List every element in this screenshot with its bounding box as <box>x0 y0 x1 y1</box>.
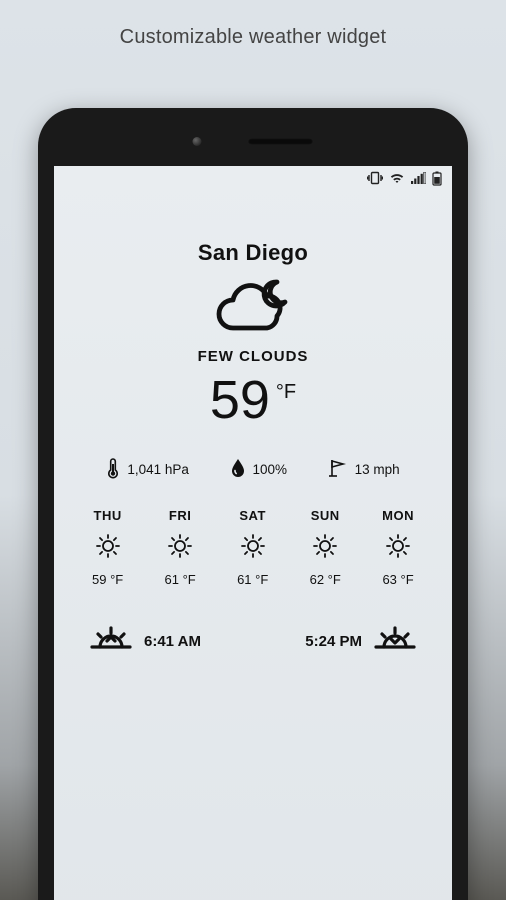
wifi-icon <box>389 172 405 184</box>
signal-icon <box>411 172 426 184</box>
wind-metric: 13 mph <box>328 458 400 481</box>
status-bar <box>54 166 452 190</box>
forecast-day[interactable]: SAT 61 °F <box>237 508 268 587</box>
forecast-day[interactable]: MON 63 °F <box>382 508 414 587</box>
location-name: San Diego <box>82 240 424 266</box>
humidity-metric: 100% <box>230 458 288 481</box>
forecast-day-name: SAT <box>239 508 266 523</box>
forecast-day[interactable]: SUN 62 °F <box>310 508 341 587</box>
sunset-icon <box>374 625 416 657</box>
sunrise-time: 6:41 AM <box>144 633 201 650</box>
sunrise-icon <box>90 625 132 657</box>
forecast-day-temp: 61 °F <box>165 572 196 587</box>
sunrise-box: 6:41 AM <box>90 625 201 657</box>
wind-flag-icon <box>328 458 348 481</box>
forecast-day-temp: 63 °F <box>382 572 413 587</box>
phone-camera-dot <box>193 137 202 146</box>
sunny-icon <box>240 533 266 562</box>
phone-earpiece <box>193 137 314 146</box>
temperature-unit: °F <box>276 373 296 404</box>
droplet-icon <box>230 458 246 481</box>
wind-value: 13 mph <box>355 462 400 477</box>
forecast-row: THU 59 °F FRI <box>82 508 424 587</box>
forecast-day-temp: 59 °F <box>92 572 123 587</box>
forecast-day-name: THU <box>94 508 122 523</box>
sunny-icon <box>312 533 338 562</box>
temperature-value: 59 <box>210 373 270 427</box>
vibrate-icon <box>367 171 383 185</box>
current-temperature: 59 °F <box>82 373 424 427</box>
promo-title: Customizable weather widget <box>0 0 506 49</box>
forecast-day[interactable]: FRI 61 °F <box>165 508 196 587</box>
sunset-box: 5:24 PM <box>305 625 416 657</box>
current-condition-icon <box>82 272 424 338</box>
phone-speaker <box>248 138 314 145</box>
phone-frame: San Diego FEW CLOUDS 59 °F <box>38 108 468 900</box>
sunset-time: 5:24 PM <box>305 633 362 650</box>
pressure-value: 1,041 hPa <box>127 462 189 477</box>
metrics-row: 1,041 hPa 100% <box>82 457 424 482</box>
sunny-icon <box>167 533 193 562</box>
battery-icon <box>432 171 442 186</box>
forecast-day[interactable]: THU 59 °F <box>92 508 123 587</box>
phone-screen: San Diego FEW CLOUDS 59 °F <box>54 166 452 900</box>
forecast-day-temp: 61 °F <box>237 572 268 587</box>
pressure-metric: 1,041 hPa <box>106 457 189 482</box>
sunny-icon <box>95 533 121 562</box>
weather-widget[interactable]: San Diego FEW CLOUDS 59 °F <box>54 190 452 671</box>
forecast-day-name: MON <box>382 508 414 523</box>
forecast-day-name: FRI <box>169 508 191 523</box>
thermometer-icon <box>106 457 120 482</box>
sunny-icon <box>385 533 411 562</box>
humidity-value: 100% <box>253 462 288 477</box>
forecast-day-temp: 62 °F <box>310 572 341 587</box>
forecast-day-name: SUN <box>311 508 340 523</box>
condition-label: FEW CLOUDS <box>82 348 424 365</box>
sun-times-row: 6:41 AM 5:24 PM <box>82 625 424 657</box>
